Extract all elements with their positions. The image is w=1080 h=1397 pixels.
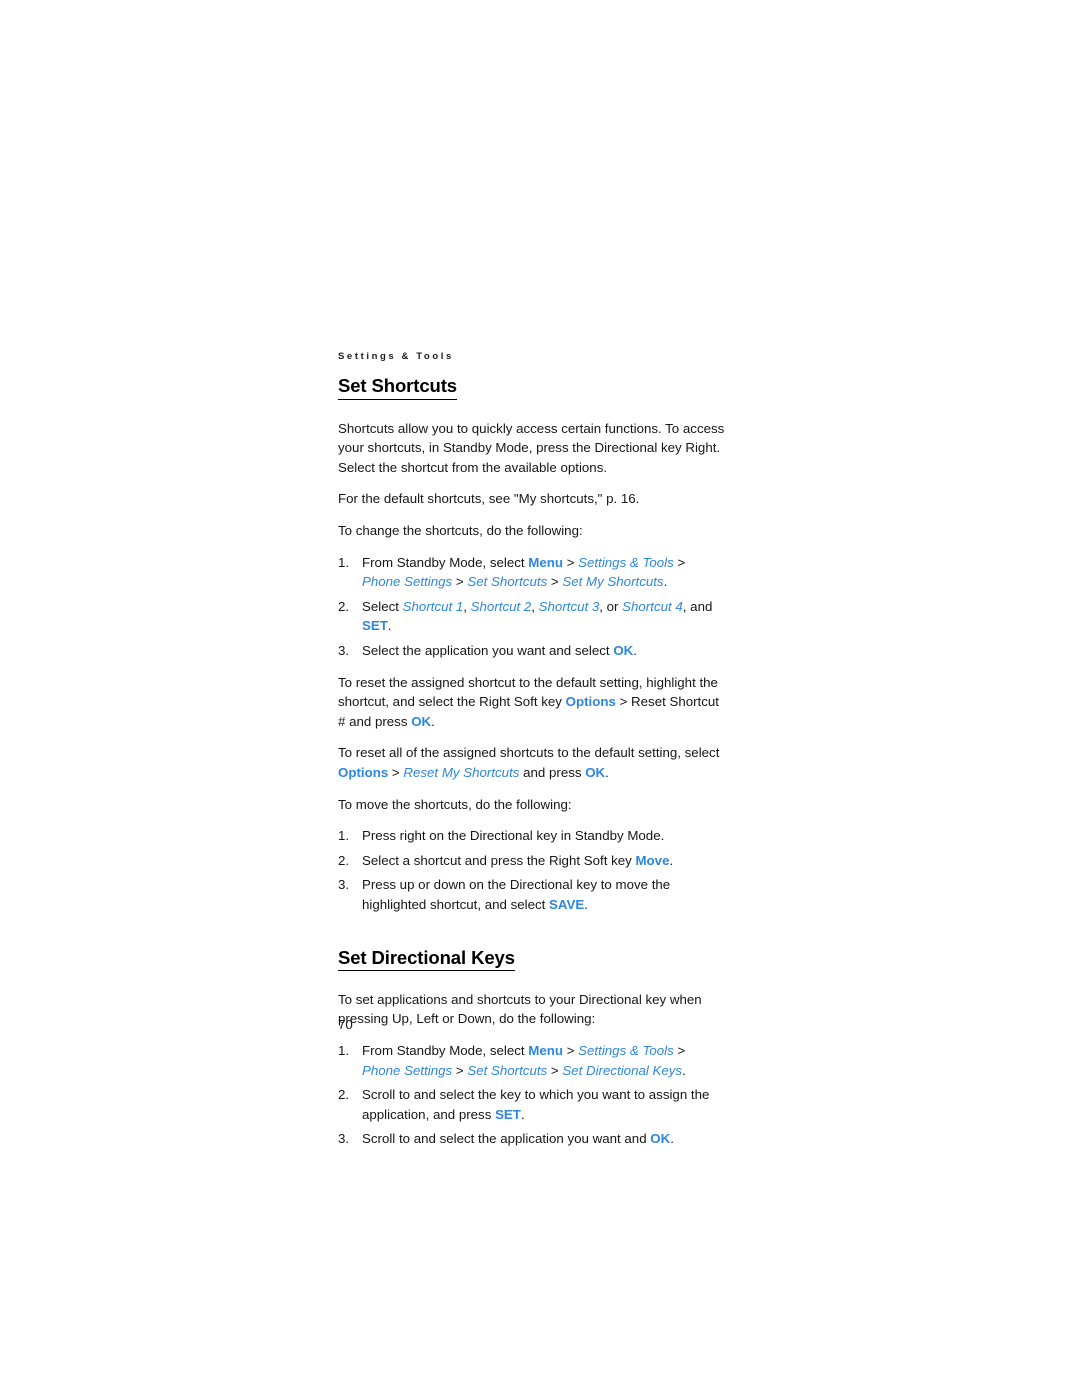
ui-key-ok: OK: [650, 1131, 671, 1147]
path-separator: >: [673, 554, 686, 570]
paragraph-text-middle: and press: [519, 765, 586, 781]
section-heading-wrap-set-shortcuts: Set Shortcuts: [338, 375, 726, 409]
ui-key-menu: Menu: [528, 1043, 564, 1059]
step-text-prefix: Select the application you want and sele…: [362, 643, 614, 659]
step-text-prefix: From Standby Mode, select: [362, 1043, 529, 1059]
paragraph-default-shortcuts-note: For the default shortcuts, see "My short…: [338, 491, 640, 507]
nav-settings-and-tools: Settings & Tools: [578, 1043, 674, 1059]
step-text-suffix: .: [682, 1062, 686, 1078]
list-item-step: Select the application you want and sele…: [338, 641, 726, 661]
ui-key-options: Options: [338, 765, 389, 781]
step-text-prefix: From Standby Mode, select: [362, 554, 529, 570]
list-change-shortcuts-steps: From Standby Mode, select Menu > Setting…: [338, 553, 726, 661]
list-item-step: Scroll to and select the key to which yo…: [338, 1085, 726, 1124]
list-item-step: Scroll to and select the application you…: [338, 1129, 726, 1149]
list-item-step: From Standby Mode, select Menu > Setting…: [338, 553, 726, 592]
path-separator: >: [452, 1062, 468, 1078]
nav-set-directional-keys: Set Directional Keys: [562, 1062, 683, 1078]
nav-shortcut-1: Shortcut 1: [402, 598, 464, 614]
list-item-step: Select Shortcut 1, Shortcut 2, Shortcut …: [338, 597, 726, 636]
nav-reset-my-shortcuts: Reset My Shortcuts: [403, 765, 520, 781]
list-separator: ,: [463, 598, 471, 614]
step-text-prefix: Scroll to and select the application you…: [362, 1131, 651, 1147]
path-separator: >: [673, 1043, 686, 1059]
running-header: Settings & Tools: [338, 351, 454, 362]
ui-key-ok: OK: [411, 713, 432, 729]
paragraph-shortcuts-intro: Shortcuts allow you to quickly access ce…: [338, 420, 725, 475]
paragraph-text-prefix: To reset all of the assigned shortcuts t…: [338, 745, 720, 761]
nav-set-shortcuts: Set Shortcuts: [467, 574, 548, 590]
list-item-step: Press up or down on the Directional key …: [338, 875, 726, 914]
ui-key-menu: Menu: [528, 554, 564, 570]
ui-key-move: Move: [635, 852, 670, 868]
list-separator: ,: [531, 598, 539, 614]
paragraph-text-suffix: .: [605, 765, 609, 781]
list-directional-keys-steps: From Standby Mode, select Menu > Setting…: [338, 1041, 726, 1149]
nav-phone-settings: Phone Settings: [362, 1062, 453, 1078]
path-separator: >: [547, 574, 563, 590]
page-content: Settings & Tools Set Shortcuts Shortcuts…: [338, 351, 726, 1161]
step-text-suffix: .: [633, 643, 637, 659]
path-separator: >: [547, 1062, 563, 1078]
ui-key-ok: OK: [585, 765, 606, 781]
path-separator: >: [563, 554, 579, 570]
nav-shortcut-3: Shortcut 3: [538, 598, 600, 614]
page-number: 70: [338, 1017, 353, 1032]
section-heading-wrap-set-directional-keys: Set Directional Keys: [338, 947, 726, 981]
list-separator: , or: [599, 598, 623, 614]
step-text-suffix: .: [669, 852, 674, 868]
paragraph-reset-all-shortcuts: To reset all of the assigned shortcuts t…: [338, 743, 726, 782]
ui-key-save: SAVE: [549, 896, 585, 912]
manual-page: Settings & Tools Set Shortcuts Shortcuts…: [0, 0, 1080, 1397]
nav-set-my-shortcuts: Set My Shortcuts: [562, 574, 664, 590]
step-text-suffix: .: [584, 896, 588, 912]
paragraph-directional-keys-intro: To set applications and shortcuts to you…: [338, 991, 702, 1027]
section-heading-set-directional-keys: Set Directional Keys: [338, 947, 515, 971]
step-text-suffix: .: [663, 574, 668, 590]
step-text-suffix: .: [387, 618, 392, 634]
list-item-step: Press right on the Directional key in St…: [338, 826, 726, 846]
step-text-suffix: .: [520, 1106, 525, 1122]
nav-phone-settings: Phone Settings: [362, 574, 453, 590]
step-text-prefix: Select a shortcut and press the Right So…: [362, 852, 636, 868]
step-text-suffix: .: [670, 1131, 674, 1147]
path-separator: >: [563, 1043, 579, 1059]
list-separator: , and: [682, 598, 713, 614]
step-text-prefix: Press up or down on the Directional key …: [362, 877, 671, 912]
nav-shortcut-4: Shortcut 4: [622, 598, 683, 614]
ui-key-ok: OK: [613, 643, 634, 659]
paragraph-move-shortcuts-lead-in: To move the shortcuts, do the following:: [338, 796, 572, 812]
ui-key-options: Options: [565, 694, 616, 710]
step-text: Press right on the Directional key in St…: [362, 828, 665, 844]
paragraph-reset-one-shortcut: To reset the assigned shortcut to the de…: [338, 673, 726, 732]
ui-key-set: SET: [495, 1106, 521, 1122]
nav-shortcut-2: Shortcut 2: [470, 598, 532, 614]
paragraph-change-shortcuts-lead-in: To change the shortcuts, do the followin…: [338, 523, 583, 539]
paragraph-text-suffix: .: [431, 713, 435, 729]
section-heading-set-shortcuts: Set Shortcuts: [338, 375, 457, 400]
step-text-prefix: Scroll to and select the key to which yo…: [362, 1087, 710, 1122]
path-separator: >: [388, 765, 404, 781]
nav-set-shortcuts: Set Shortcuts: [467, 1062, 548, 1078]
path-separator: >: [452, 574, 468, 590]
step-text-prefix: Select: [362, 598, 403, 614]
list-item-step: Select a shortcut and press the Right So…: [338, 851, 726, 871]
list-move-shortcuts-steps: Press right on the Directional key in St…: [338, 826, 726, 914]
nav-settings-and-tools: Settings & Tools: [578, 554, 674, 570]
ui-key-set: SET: [362, 618, 388, 634]
list-item-step: From Standby Mode, select Menu > Setting…: [338, 1041, 726, 1080]
